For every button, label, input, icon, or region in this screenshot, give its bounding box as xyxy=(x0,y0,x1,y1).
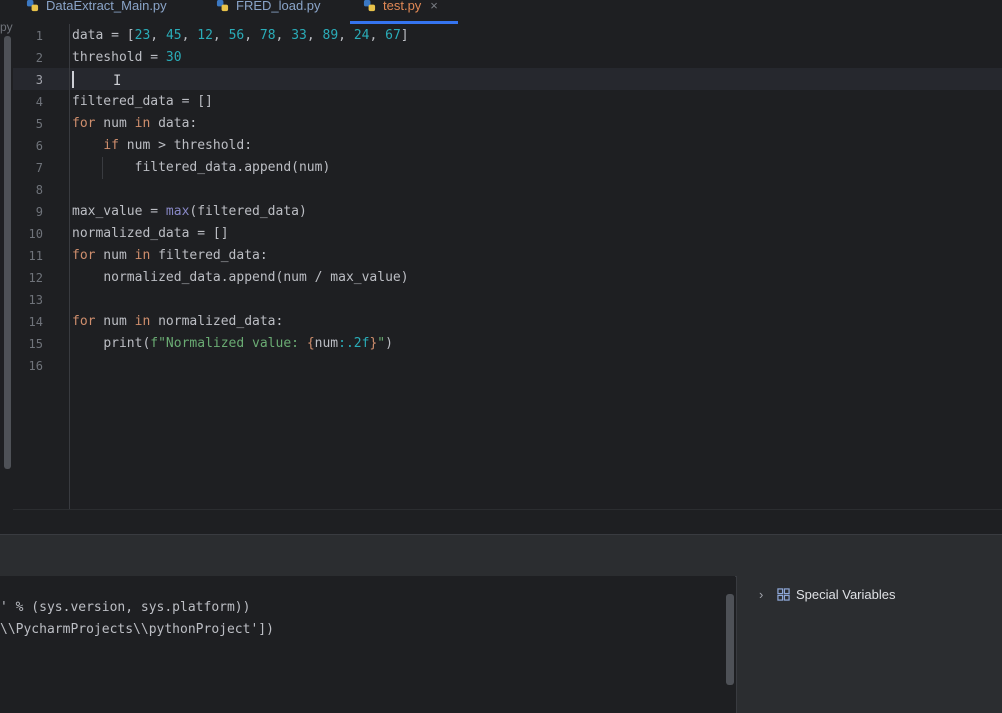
console-output-line: \\PycharmProjects\\pythonProject']) xyxy=(0,622,274,637)
code-line: filtered_data = [] xyxy=(72,94,213,109)
python-file-icon xyxy=(26,0,39,12)
line-number: 11 xyxy=(28,249,43,263)
line-number: 12 xyxy=(28,271,43,285)
editor-tab-bar: DataExtract_Main.py FRED_load.py test.py… xyxy=(0,0,1002,25)
line-number: 7 xyxy=(35,161,43,175)
line-number: 4 xyxy=(35,95,43,109)
console-output-line: ' % (sys.version, sys.platform)) xyxy=(0,600,251,615)
editor-footer xyxy=(13,509,1002,534)
python-file-icon xyxy=(363,0,376,12)
tool-window-header xyxy=(0,534,1002,577)
line-number: 3 xyxy=(35,73,43,87)
line-number: 5 xyxy=(35,117,43,131)
left-scrollbar[interactable] xyxy=(4,36,11,469)
line-number: 6 xyxy=(35,139,43,153)
special-variables-row[interactable]: › Special Variables xyxy=(737,584,895,604)
close-icon[interactable]: × xyxy=(430,0,438,13)
current-line-highlight xyxy=(13,68,1002,90)
line-number: 16 xyxy=(28,359,43,373)
code-line: if num > threshold: xyxy=(103,138,253,153)
line-number: 2 xyxy=(35,51,43,65)
ibeam-cursor-icon: I xyxy=(113,73,122,89)
tab-test-py[interactable]: test.py × xyxy=(363,0,438,23)
tab-label: DataExtract_Main.py xyxy=(46,0,167,13)
special-variables-label: Special Variables xyxy=(796,586,896,602)
code-line: normalized_data.append(num / max_value) xyxy=(103,270,409,285)
code-line: filtered_data.append(num) xyxy=(134,160,331,175)
console-scrollbar[interactable] xyxy=(726,594,734,685)
code-editor[interactable]: 1 2 3 4 5 6 7 8 9 10 11 12 13 14 15 16 d… xyxy=(13,24,1002,509)
code-line: data = [23, 45, 12, 56, 78, 33, 89, 24, … xyxy=(72,28,409,43)
code-line: normalized_data = [] xyxy=(72,226,229,241)
line-number: 13 xyxy=(28,293,43,307)
code-line: print(f"Normalized value: {num:.2f}") xyxy=(103,336,393,351)
left-panel-edge: py xyxy=(0,20,13,534)
line-number-gutter: 1 2 3 4 5 6 7 8 9 10 11 12 13 14 15 16 xyxy=(13,24,70,509)
code-line: threshold = 30 xyxy=(72,50,182,65)
tab-label: test.py xyxy=(383,0,422,13)
python-file-icon xyxy=(216,0,229,12)
variables-panel: › Special Variables xyxy=(736,576,1002,713)
tab-fred-load[interactable]: FRED_load.py xyxy=(216,0,321,23)
text-caret xyxy=(72,71,74,88)
line-number: 1 xyxy=(35,29,43,43)
line-number: 15 xyxy=(28,337,43,351)
tab-label: FRED_load.py xyxy=(236,0,321,13)
code-line: for num in filtered_data: xyxy=(72,248,268,263)
code-line: for num in normalized_data: xyxy=(72,314,284,329)
line-number: 8 xyxy=(35,183,43,197)
line-number: 10 xyxy=(28,227,43,241)
line-number: 14 xyxy=(28,315,43,329)
python-console[interactable]: ' % (sys.version, sys.platform)) \\Pycha… xyxy=(0,576,735,713)
code-line: max_value = max(filtered_data) xyxy=(72,204,307,219)
variables-grid-icon xyxy=(777,587,790,601)
tab-dataextract-main[interactable]: DataExtract_Main.py xyxy=(26,0,167,23)
code-line: for num in data: xyxy=(72,116,198,131)
chevron-right-icon[interactable]: › xyxy=(759,587,773,602)
clipped-label: py xyxy=(0,20,13,34)
line-number: 9 xyxy=(35,205,43,219)
